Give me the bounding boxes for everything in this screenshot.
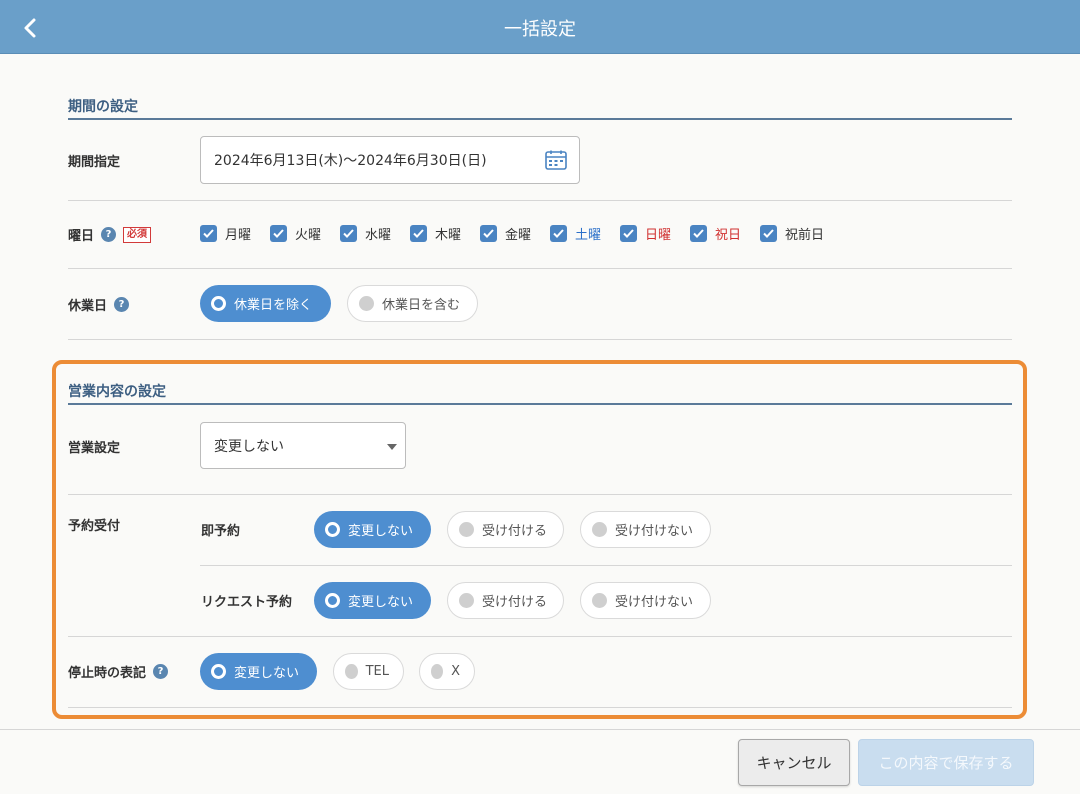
radio-icon <box>459 522 474 537</box>
footer-bar: キャンセル この内容で保存する <box>0 729 1080 794</box>
radio-option[interactable]: 変更しない <box>200 653 317 690</box>
cancel-button[interactable]: キャンセル <box>738 739 850 786</box>
period-date-field[interactable]: 2024年6月13日(木)〜2024年6月30日(日) <box>200 136 580 184</box>
stop-display-label: 停止時の表記 ? <box>68 662 169 681</box>
radio-option[interactable]: 受け付けない <box>580 582 711 619</box>
radio-option-label: TEL <box>365 664 389 679</box>
weekday-label: 曜日 ? 必須 <box>68 225 152 244</box>
save-button[interactable]: この内容で保存する <box>858 739 1034 786</box>
calendar-icon[interactable] <box>545 150 567 170</box>
business-setting-select[interactable]: 変更しない <box>200 422 406 469</box>
weekday-checkbox[interactable]: 祝日 <box>690 224 741 243</box>
radio-option-label: 受け付けない <box>615 524 694 539</box>
weekday-label-text: 土曜 <box>575 228 602 243</box>
section-title-business: 営業内容の設定 <box>68 375 1012 405</box>
weekday-label-text: 金曜 <box>505 228 532 243</box>
divider <box>68 636 1012 637</box>
radio-icon <box>359 296 374 311</box>
radio-option-label: X <box>451 664 460 679</box>
radio-icon <box>211 664 226 679</box>
business-setting-label-text: 営業設定 <box>68 441 121 456</box>
weekday-label-text: 火曜 <box>295 228 322 243</box>
radio-option[interactable]: 受け付ける <box>447 511 564 548</box>
checkmark-icon <box>340 225 357 242</box>
checkmark-icon <box>620 225 637 242</box>
checkmark-icon <box>480 225 497 242</box>
radio-option[interactable]: 休業日を含む <box>347 285 478 322</box>
weekday-label-text: 水曜 <box>365 228 392 243</box>
radio-option[interactable]: TEL <box>333 653 404 690</box>
period-date-value: 2024年6月13日(木)〜2024年6月30日(日) <box>214 153 487 169</box>
chevron-down-icon <box>387 444 397 450</box>
radio-icon <box>592 593 607 608</box>
checkmark-icon <box>410 225 427 242</box>
help-icon[interactable]: ? <box>114 297 130 312</box>
radio-option[interactable]: 受け付ける <box>447 582 564 619</box>
radio-icon <box>325 522 340 537</box>
weekday-checkbox[interactable]: 月曜 <box>200 224 251 243</box>
radio-option-label: 変更しない <box>348 524 414 539</box>
weekday-label-text: 曜日 <box>68 229 95 244</box>
radio-option[interactable]: X <box>419 653 475 690</box>
weekday-label-text: 日曜 <box>645 228 672 243</box>
radio-option-label: 休業日を含む <box>382 298 461 313</box>
checkmark-icon <box>690 225 707 242</box>
weekday-checkbox[interactable]: 火曜 <box>270 224 321 243</box>
checkmark-icon <box>760 225 777 242</box>
weekday-label-text: 祝日 <box>715 228 742 243</box>
radio-option-label: 受け付ける <box>482 595 548 610</box>
weekday-checkbox[interactable]: 祝前日 <box>760 224 824 243</box>
checkmark-icon <box>550 225 567 242</box>
business-setting-value: 変更しない <box>214 438 284 455</box>
weekday-label-text: 木曜 <box>435 228 462 243</box>
help-icon[interactable]: ? <box>101 227 117 242</box>
business-setting-label: 営業設定 <box>68 437 120 456</box>
divider <box>68 339 1012 340</box>
request-reservation-label: リクエスト予約 <box>201 595 293 610</box>
radio-option-label: 受け付ける <box>482 524 548 539</box>
holiday-label-text: 休業日 <box>68 299 108 314</box>
divider <box>200 565 1012 566</box>
radio-icon <box>592 522 607 537</box>
radio-option-label: 休業日を除く <box>234 298 313 313</box>
checkmark-icon <box>200 225 217 242</box>
radio-option[interactable]: 変更しない <box>314 511 431 548</box>
instant-reservation-label: 即予約 <box>201 524 241 539</box>
divider <box>68 494 1012 495</box>
stop-display-label-text: 停止時の表記 <box>68 666 147 681</box>
main-content: 期間の設定 期間指定 2024年6月13日(木)〜2024年6月30日(日) 曜… <box>0 54 1080 729</box>
weekday-label-text: 祝前日 <box>785 228 825 243</box>
period-label: 期間指定 <box>68 151 120 170</box>
period-label-text: 期間指定 <box>68 155 121 170</box>
holiday-label: 休業日 ? <box>68 295 130 314</box>
radio-option-label: 変更しない <box>234 666 300 681</box>
weekday-checkbox[interactable]: 土曜 <box>550 224 601 243</box>
divider <box>68 200 1012 201</box>
radio-icon <box>345 664 358 679</box>
weekday-checkbox[interactable]: 木曜 <box>410 224 461 243</box>
required-badge: 必須 <box>123 226 152 243</box>
app-header: 一括設定 <box>0 0 1080 54</box>
divider <box>68 707 1012 708</box>
radio-icon <box>325 593 340 608</box>
divider <box>68 268 1012 269</box>
radio-option[interactable]: 変更しない <box>314 582 431 619</box>
checkmark-icon <box>270 225 287 242</box>
weekday-checkbox[interactable]: 水曜 <box>340 224 391 243</box>
help-icon[interactable]: ? <box>153 664 169 679</box>
section-title-period: 期間の設定 <box>68 90 1012 120</box>
page-title: 一括設定 <box>504 19 576 40</box>
radio-option-label: 変更しない <box>348 595 414 610</box>
radio-icon <box>211 296 226 311</box>
radio-option-label: 受け付けない <box>615 595 694 610</box>
radio-option[interactable]: 休業日を除く <box>200 285 331 322</box>
weekday-checkbox[interactable]: 日曜 <box>620 224 671 243</box>
radio-icon <box>459 593 474 608</box>
reservation-label-text: 予約受付 <box>68 519 121 534</box>
weekday-checkbox[interactable]: 金曜 <box>480 224 531 243</box>
weekday-label-text: 月曜 <box>225 228 252 243</box>
radio-option[interactable]: 受け付けない <box>580 511 711 548</box>
reservation-label: 予約受付 <box>68 515 120 534</box>
radio-icon <box>431 664 444 679</box>
